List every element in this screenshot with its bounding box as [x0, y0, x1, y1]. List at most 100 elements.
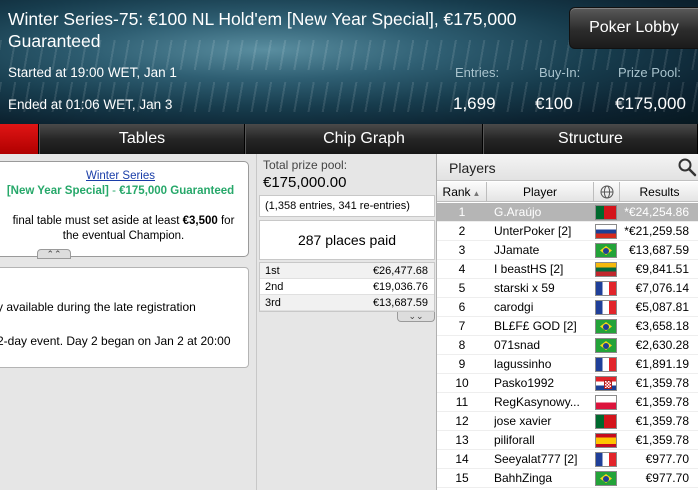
player-result: €1,891.19	[635, 357, 689, 371]
tournament-info-box: Winter Series [New Year Special] - €175,…	[0, 161, 249, 257]
player-rank: 11	[455, 395, 469, 409]
entries-breakdown: (1,358 entries, 341 re-entries)	[259, 195, 435, 217]
tab-structure[interactable]: Structure	[483, 124, 698, 154]
entries-label: Entries:	[455, 65, 500, 80]
prize-pool-total-value: €175,000.00	[263, 174, 347, 191]
tournament-notes-box: y available during the late registration…	[0, 267, 249, 368]
special-guarantee: €175,000 Guaranteed	[119, 185, 235, 197]
player-row[interactable]: 8 071snad €2,630.28	[437, 336, 698, 355]
player-rank: 6	[458, 300, 466, 314]
player-row[interactable]: 2 UnterPoker [2] *€21,259.58	[437, 222, 698, 241]
country-flag-fr-icon	[595, 281, 617, 296]
player-name: BahhZinga	[494, 471, 553, 485]
payout-place: 3rd	[265, 297, 281, 309]
column-header-country[interactable]	[594, 182, 620, 202]
player-name: Seeyalat777 [2]	[494, 452, 578, 466]
player-result: *€24,254.86	[624, 205, 689, 219]
start-time: Started at 19:00 WET, Jan 1	[8, 65, 177, 80]
player-result: €2,630.28	[635, 338, 689, 352]
expand-down-icon[interactable]: ⌄⌄	[397, 312, 435, 322]
player-result: €977.70	[645, 452, 689, 466]
special-name: [New Year Special]	[6, 185, 109, 197]
buyin-value: €100	[535, 94, 573, 113]
special-line: [New Year Special] - €175,000 Guaranteed	[0, 185, 248, 197]
player-result: €7,076.14	[635, 281, 689, 295]
special-separator: -	[108, 185, 120, 197]
column-header-results[interactable]: Results	[620, 182, 698, 202]
players-list: 1 G.Araújo *€24,254.86 2 UnterPoker [2] *€21,…	[437, 203, 698, 488]
player-row[interactable]: 6 carodgi €5,087.81	[437, 298, 698, 317]
info-text-prefix: final table must set aside at least	[12, 215, 183, 227]
player-result: €1,359.78	[635, 395, 689, 409]
player-row[interactable]: 15 BahhZinga €977.70	[437, 469, 698, 488]
payout-amount: €19,036.76	[372, 281, 428, 293]
column-header-player[interactable]: Player	[487, 182, 594, 202]
places-paid: 287 places paid	[259, 220, 435, 260]
player-rank: 13	[455, 433, 469, 447]
country-flag-fr-icon	[595, 300, 617, 315]
player-row[interactable]: 7 BL£F£ GOD [2] €3,658.18	[437, 317, 698, 336]
player-name: G.Araújo	[494, 205, 542, 219]
column-header-rank[interactable]: Rank ▲	[437, 182, 487, 202]
tab-chip-graph[interactable]: Chip Graph	[245, 124, 483, 154]
payout-amount: €13,687.59	[372, 297, 428, 309]
payout-list: 1st €26,477.68 2nd €19,036.76 3rd €13,687.5…	[259, 262, 435, 312]
payout-row: 3rd €13,687.59	[260, 295, 434, 311]
players-title: Players	[449, 160, 496, 176]
country-flag-pl-icon	[595, 395, 617, 410]
poker-lobby-button[interactable]: Poker Lobby	[569, 7, 698, 49]
player-row[interactable]: 10 Pasko1992 €1,359.78	[437, 374, 698, 393]
country-flag-hr-icon	[595, 376, 617, 391]
player-result: €1,359.78	[635, 376, 689, 390]
prize-pool-label: Prize Pool:	[618, 65, 681, 80]
player-rank: 1	[458, 205, 466, 219]
player-rank: 7	[458, 319, 466, 333]
winter-series-link[interactable]: Winter Series	[0, 170, 248, 182]
player-rank: 5	[458, 281, 466, 295]
player-rank: 15	[455, 471, 469, 485]
payout-amount: €26,477.68	[372, 265, 428, 277]
player-row[interactable]: 5 starski x 59 €7,076.14	[437, 279, 698, 298]
tournament-title: Winter Series-75: €100 NL Hold'em [New Y…	[8, 9, 517, 51]
search-icon[interactable]	[677, 157, 697, 177]
sort-ascending-icon: ▲	[472, 189, 481, 198]
player-row[interactable]: 1 G.Araújo *€24,254.86	[437, 203, 698, 222]
collapse-up-icon[interactable]: ⌃⌃	[37, 249, 71, 259]
player-row[interactable]: 11 RegKasynowy... €1,359.78	[437, 393, 698, 412]
player-row[interactable]: 14 Seeyalat777 [2] €977.70	[437, 450, 698, 469]
buyin-label: Buy-In:	[539, 65, 581, 80]
player-name: carodgi	[494, 300, 534, 314]
prize-pool-total-label: Total prize pool:	[263, 158, 348, 172]
country-flag-br-icon	[595, 338, 617, 353]
player-name: RegKasynowy...	[494, 395, 580, 409]
tab-tables[interactable]: Tables	[39, 124, 245, 154]
info-text-amount: €3,500	[182, 215, 218, 227]
country-flag-br-icon	[595, 471, 617, 486]
player-rank: 8	[458, 338, 466, 352]
country-flag-pt-icon	[595, 414, 617, 429]
globe-icon	[600, 185, 613, 199]
player-row[interactable]: 13 piliforall €1,359.78	[437, 431, 698, 450]
player-row[interactable]: 4 I beastHS [2] €9,841.51	[437, 260, 698, 279]
payout-row: 2nd €19,036.76	[260, 279, 434, 295]
tab-bar: Tables Chip Graph Structure	[0, 124, 698, 154]
player-row[interactable]: 3 JJamate €13,687.59	[437, 241, 698, 260]
players-panel: Players Rank ▲ Player Results 1 G.Araújo *€…	[436, 154, 698, 490]
country-flag-lt-icon	[595, 262, 617, 277]
tab-info[interactable]	[0, 124, 39, 154]
player-result: *€21,259.58	[624, 224, 689, 238]
player-rank: 14	[455, 452, 469, 466]
entries-value: 1,699	[453, 94, 496, 113]
player-row[interactable]: 9 lagussinho €1,891.19	[437, 355, 698, 374]
player-name: jose xavier	[494, 414, 552, 428]
player-result: €9,841.51	[635, 262, 689, 276]
player-name: 071snad	[494, 338, 541, 352]
tournament-header: Winter Series-75: €100 NL Hold'em [New Y…	[0, 0, 698, 124]
player-result: €1,359.78	[635, 433, 689, 447]
player-name: piliforall	[494, 433, 535, 447]
player-result: €13,687.59	[628, 243, 689, 257]
country-flag-fr-icon	[595, 357, 617, 372]
player-row[interactable]: 12 jose xavier €1,359.78	[437, 412, 698, 431]
country-flag-ru-icon	[595, 224, 617, 239]
player-rank: 12	[455, 414, 469, 428]
